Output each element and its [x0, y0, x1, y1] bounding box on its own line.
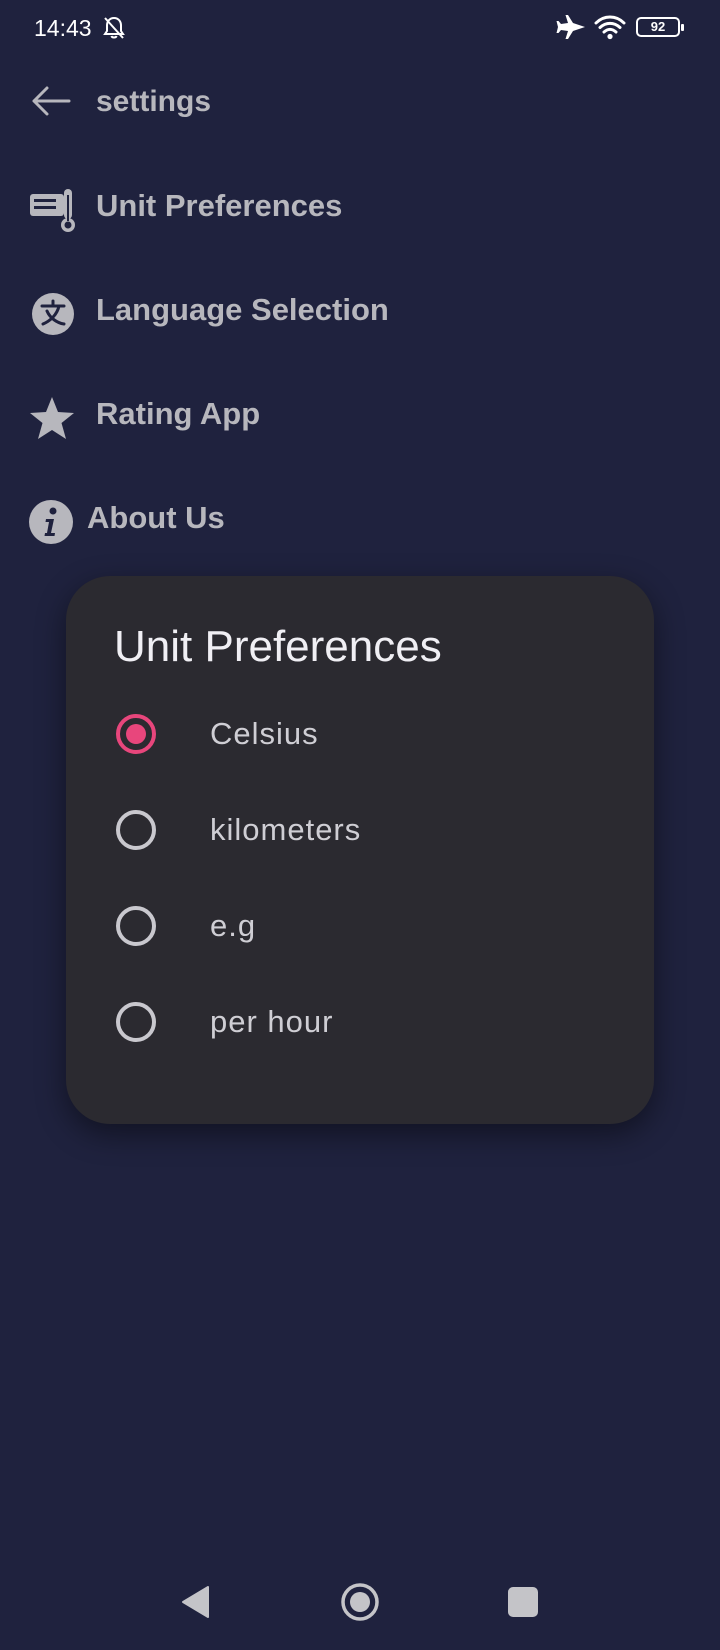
settings-item-about-us[interactable]: About Us: [0, 490, 720, 550]
option-label: per hour: [210, 1004, 334, 1039]
header: settings: [0, 78, 720, 128]
option-kilometers[interactable]: kilometers: [66, 794, 654, 866]
star-icon: [30, 397, 74, 439]
nav-recents-icon[interactable]: [508, 1587, 538, 1617]
translate-icon: [32, 293, 74, 335]
thermometer-card-icon: [30, 189, 75, 232]
info-icon: [29, 500, 73, 544]
radio-button[interactable]: [116, 906, 156, 946]
settings-screen: 14:43 92 settings Unit Preferences Langu…: [0, 0, 720, 1650]
settings-item-unit-preferences[interactable]: Unit Preferences: [0, 178, 720, 238]
settings-item-label: About Us: [87, 500, 225, 535]
arrow-left-icon[interactable]: [30, 84, 72, 118]
option-per-hour[interactable]: per hour: [66, 986, 654, 1058]
battery-level: 92: [650, 19, 666, 34]
nav-back-icon[interactable]: [180, 1585, 210, 1619]
settings-item-language-selection[interactable]: Language Selection: [0, 282, 720, 342]
option-celsius[interactable]: Celsius: [66, 698, 654, 770]
settings-item-label: Unit Preferences: [96, 188, 343, 223]
status-time: 14:43: [34, 15, 92, 41]
system-nav-bar: [0, 1560, 720, 1650]
option-label: kilometers: [210, 812, 362, 847]
wifi-icon: [594, 15, 626, 40]
option-label: Celsius: [210, 716, 319, 751]
battery-icon: 92: [636, 17, 684, 37]
radio-button[interactable]: [116, 1002, 156, 1042]
settings-item-label: Language Selection: [96, 292, 389, 327]
option-e-g[interactable]: e.g: [66, 890, 654, 962]
page-title: settings: [96, 85, 212, 118]
settings-item-label: Rating App: [96, 396, 261, 431]
radio-button-selected[interactable]: [116, 714, 156, 754]
option-label: e.g: [210, 908, 257, 943]
radio-button[interactable]: [116, 810, 156, 850]
nav-home-icon[interactable]: [340, 1582, 380, 1622]
settings-item-rating-app[interactable]: Rating App: [0, 386, 720, 446]
bell-off-icon: [103, 16, 125, 39]
airplane-icon: [556, 15, 585, 39]
dialog-title: Unit Preferences: [114, 622, 442, 671]
unit-preferences-dialog: Unit Preferences Celsius kilometers e.g …: [66, 576, 654, 1124]
status-bar: 14:43 92: [0, 0, 720, 56]
